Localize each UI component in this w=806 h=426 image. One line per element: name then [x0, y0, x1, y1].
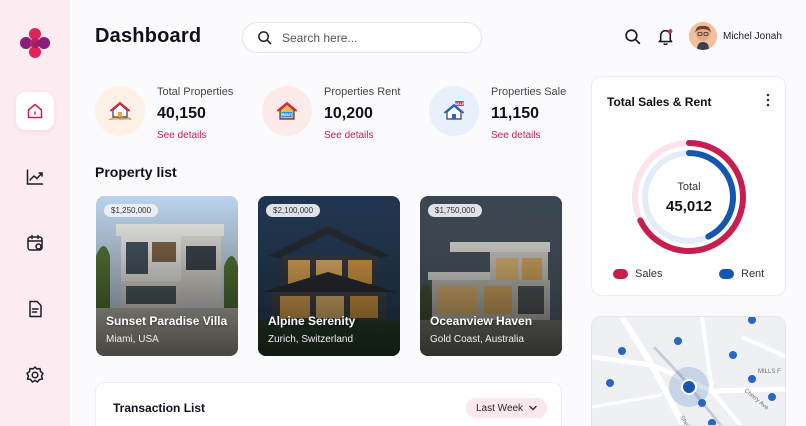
donut-center-value: 45,012 — [666, 198, 712, 215]
property-name: Oceanview Haven — [430, 314, 533, 328]
transaction-list-title: Transaction List — [113, 401, 206, 415]
property-name: Sunset Paradise Villa — [106, 314, 228, 328]
header-search-button[interactable] — [622, 26, 642, 46]
sidebar-item-settings[interactable] — [16, 356, 54, 394]
gear-icon — [26, 366, 44, 383]
search-bar[interactable] — [242, 22, 482, 53]
avatar[interactable] — [689, 22, 717, 50]
stat-properties-rent: RENT Properties Rent 10,200 See details — [262, 84, 422, 144]
sales-rent-chart-card: Total Sales & Rent Total 45,012 Sales Re… — [591, 76, 786, 296]
sales-rent-donut — [632, 140, 746, 254]
price-badge: $2,100,000 — [266, 204, 321, 217]
stat-label: Total Properties — [157, 86, 234, 98]
price-badge: $1,750,000 — [428, 204, 483, 217]
user-avatar-icon — [689, 22, 717, 50]
svg-text:RENT: RENT — [282, 112, 293, 117]
more-options-icon[interactable] — [765, 93, 771, 107]
see-details-link[interactable]: See details — [324, 130, 373, 141]
map-canvas: MILLS F Cherry Ave Shelb — [592, 317, 785, 425]
document-icon — [29, 300, 42, 318]
sidebar-item-home[interactable] — [16, 92, 54, 130]
bell-icon — [658, 28, 672, 45]
svg-text:SALE: SALE — [455, 102, 465, 106]
page-title: Dashboard — [95, 25, 202, 47]
property-list-title: Property list — [95, 164, 177, 180]
legend-label: Rent — [741, 268, 765, 280]
chart-title: Total Sales & Rent — [607, 95, 712, 109]
stat-value: 40,150 — [157, 105, 206, 122]
see-details-link[interactable]: See details — [157, 130, 206, 141]
legend-rent: Rent — [719, 268, 764, 280]
stat-total-properties: Total Properties 40,150 See details — [95, 84, 255, 144]
stat-label: Properties Rent — [324, 86, 401, 98]
stat-value: 10,200 — [324, 105, 373, 122]
price-badge: $1,250,000 — [104, 204, 159, 217]
legend-swatch — [613, 269, 628, 279]
property-card[interactable]: $1,250,000 Sunset Paradise Villa Miami, … — [96, 196, 238, 356]
notifications-button[interactable] — [655, 26, 675, 46]
sidebar — [0, 0, 70, 426]
period-filter-label: Last Week — [476, 402, 524, 414]
user-name[interactable]: Michel Jonah — [723, 31, 782, 42]
legend-label: Sales — [635, 268, 663, 280]
house-rent-icon: RENT — [262, 86, 312, 136]
home-icon — [27, 103, 43, 119]
legend-swatch — [719, 269, 734, 279]
property-location: Miami, USA — [106, 334, 159, 345]
transaction-list-card: Transaction List Last Week — [95, 382, 562, 426]
property-location: Gold Coast, Australia — [430, 334, 524, 345]
stat-properties-sale: SALE Properties Sale 11,150 See details — [429, 84, 589, 144]
property-card[interactable]: $2,100,000 Alpine Serenity Zurich, Switz… — [258, 196, 400, 356]
property-name: Alpine Serenity — [268, 314, 356, 328]
see-details-link[interactable]: See details — [491, 130, 540, 141]
search-input[interactable] — [282, 30, 462, 45]
sidebar-item-documents[interactable] — [16, 290, 54, 328]
legend-sales: Sales — [613, 268, 663, 280]
app-logo[interactable] — [19, 27, 51, 59]
house-hand-icon — [95, 86, 145, 136]
map-label-mills: MILLS F — [758, 369, 781, 375]
chart-icon — [26, 169, 44, 185]
property-photo — [96, 196, 238, 356]
property-location: Zurich, Switzerland — [268, 334, 354, 345]
property-photo — [420, 196, 562, 356]
calendar-icon — [27, 234, 43, 251]
period-filter-dropdown[interactable]: Last Week — [466, 398, 548, 418]
property-card[interactable]: $1,750,000 Oceanview Haven Gold Coast, A… — [420, 196, 562, 356]
house-sale-icon: SALE — [429, 86, 479, 136]
stat-value: 11,150 — [491, 105, 540, 122]
property-photo — [258, 196, 400, 356]
search-icon — [624, 28, 640, 44]
sidebar-item-analytics[interactable] — [16, 158, 54, 196]
stat-label: Properties Sale — [491, 86, 567, 98]
search-icon — [258, 31, 272, 45]
dashboard-app: Dashboard Michel Jonah Total Properties … — [0, 0, 806, 426]
sidebar-item-calendar[interactable] — [16, 224, 54, 262]
donut-center-label: Total — [677, 181, 701, 193]
property-map[interactable]: MILLS F Cherry Ave Shelb — [591, 316, 786, 426]
chevron-down-icon — [529, 405, 537, 411]
